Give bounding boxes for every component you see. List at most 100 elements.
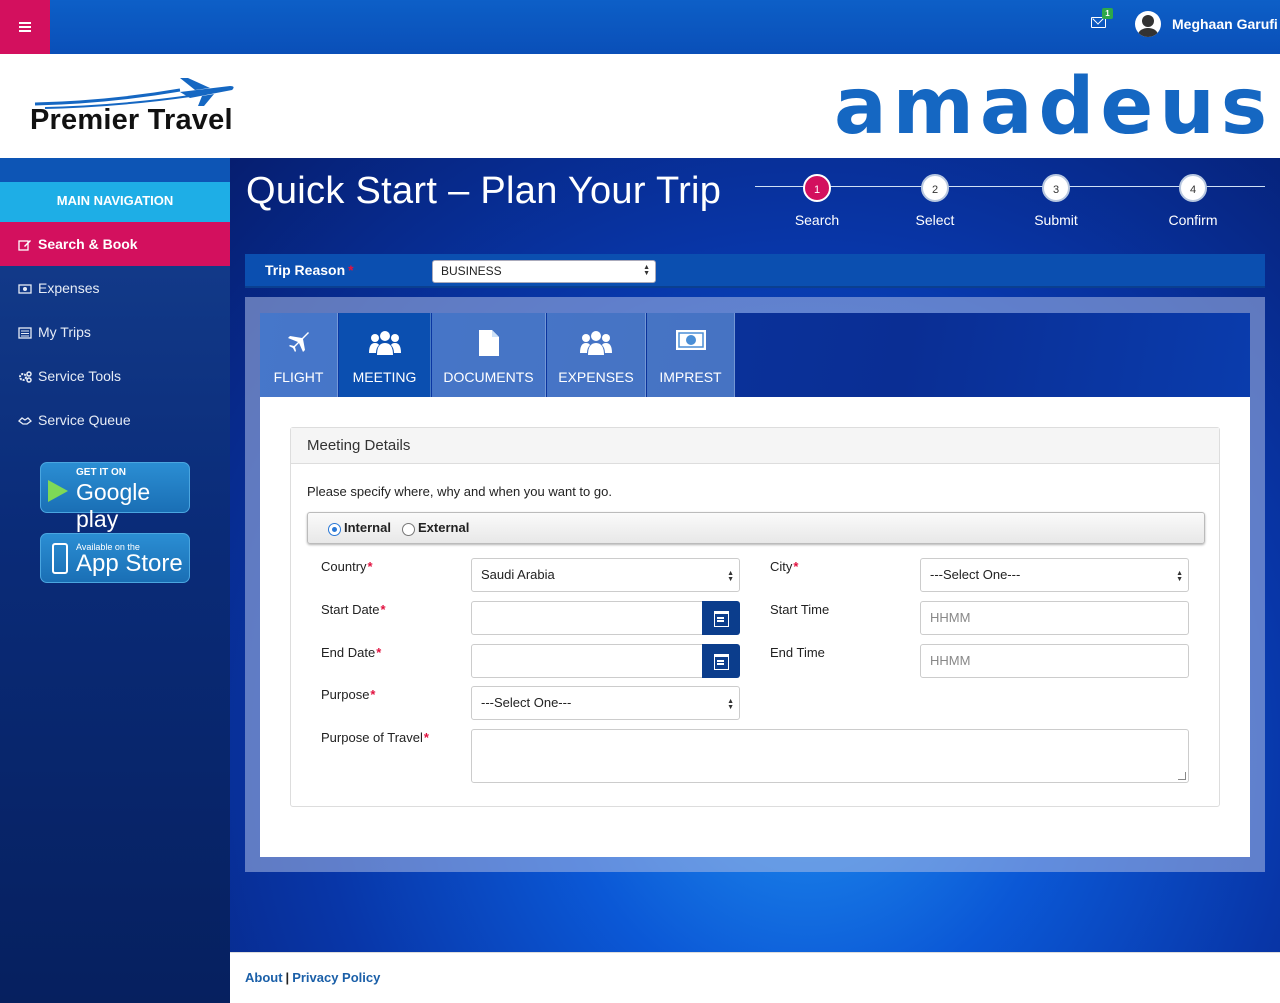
external-radio[interactable] (402, 523, 415, 536)
city-label: City* (770, 559, 798, 574)
required-marker: * (367, 559, 373, 574)
sidebar-item-service-tools[interactable]: Service Tools (0, 354, 230, 398)
end-date-label: End Date* (321, 645, 381, 660)
money-icon (18, 282, 32, 294)
user-avatar[interactable] (1135, 11, 1161, 37)
trip-reason-value: BUSINESS (441, 264, 502, 278)
select-arrows-icon: ▲ ▼ (643, 264, 650, 277)
purpose-value: ---Select One--- (481, 695, 572, 710)
money-icon (675, 330, 706, 350)
step-number: 2 (921, 174, 949, 202)
sidebar-item-search-book[interactable]: Search & Book (0, 222, 230, 266)
menu-toggle-button[interactable] (0, 0, 50, 54)
internal-radio[interactable] (328, 523, 341, 536)
start-date-label: Start Date* (321, 602, 386, 617)
phone-icon (52, 543, 68, 574)
amadeus-logo: amadeus (834, 62, 1274, 152)
meeting-details-heading: Meeting Details (291, 428, 1219, 464)
notification-badge: 1 (1102, 8, 1113, 19)
form-panel: FLIGHT MEETING DOCUMENTS EXPENSES IMPRES… (260, 313, 1250, 857)
plane-icon (287, 332, 309, 352)
external-radio-label[interactable]: External (418, 520, 469, 535)
purpose-label: Purpose* (321, 687, 375, 702)
trip-reason-bar: Trip Reason * BUSINESS ▲ ▼ (245, 254, 1265, 288)
tab-label: IMPREST (659, 369, 722, 385)
step-search: 1 Search (777, 174, 857, 228)
end-date-input[interactable] (471, 644, 703, 678)
form-hint: Please specify where, why and when you w… (307, 484, 612, 499)
select-arrows-icon: ▲ ▼ (727, 570, 734, 583)
sidebar-item-label: Search & Book (38, 236, 138, 252)
form-panel-frame: FLIGHT MEETING DOCUMENTS EXPENSES IMPRES… (245, 297, 1265, 872)
sidebar-item-my-trips[interactable]: My Trips (0, 310, 230, 354)
sidebar-item-label: Expenses (38, 280, 100, 296)
document-icon (478, 330, 499, 356)
select-arrows-icon: ▲ ▼ (1176, 570, 1183, 583)
tab-content: Meeting Details Please specify where, wh… (260, 397, 1250, 857)
tab-label: EXPENSES (558, 369, 634, 385)
app-store-badge[interactable]: Available on the App Store (40, 533, 190, 583)
premier-travel-logo: Premier Travel (30, 104, 233, 136)
about-link[interactable]: About (245, 970, 283, 985)
country-label: Country* (321, 559, 373, 574)
sidebar-item-service-queue[interactable]: Service Queue (0, 398, 230, 442)
purpose-of-travel-textarea[interactable] (471, 729, 1189, 783)
country-select[interactable]: Saudi Arabia ▲ ▼ (471, 558, 740, 592)
end-date-label-text: End Date (321, 645, 376, 660)
tab-imprest[interactable]: IMPREST (647, 313, 735, 397)
internal-radio-label[interactable]: Internal (344, 520, 391, 535)
location-type-group: Internal External (307, 512, 1205, 544)
hamburger-icon (19, 22, 31, 32)
required-marker: * (348, 262, 354, 278)
trip-reason-label: Trip Reason * (265, 262, 354, 278)
google-play-icon (48, 480, 68, 502)
tab-label: DOCUMENTS (443, 369, 534, 385)
sidebar-item-label: Service Tools (38, 368, 122, 384)
start-date-calendar-icon[interactable] (702, 601, 740, 635)
sidebar-item-expenses[interactable]: Expenses (0, 266, 230, 310)
purpose-label-text: Purpose (321, 687, 370, 702)
end-date-calendar-icon[interactable] (702, 644, 740, 678)
tab-expenses[interactable]: EXPENSES (547, 313, 646, 397)
trip-reason-select[interactable]: BUSINESS ▲ ▼ (432, 260, 656, 283)
sidebar-strip (0, 158, 230, 182)
app-store-big-text: App Store (76, 550, 183, 577)
tab-flight[interactable]: FLIGHT (260, 313, 338, 397)
cogs-icon (18, 370, 32, 383)
step-label: Select (915, 212, 955, 228)
step-submit: 3 Submit (1016, 174, 1096, 228)
start-time-label: Start Time (770, 602, 830, 617)
required-marker: * (376, 645, 382, 660)
end-time-input[interactable]: HHMM (920, 644, 1189, 678)
step-number: 1 (803, 174, 831, 202)
google-play-badge[interactable]: GET IT ON Google play (40, 462, 190, 532)
tab-documents[interactable]: DOCUMENTS (432, 313, 546, 397)
step-label: Submit (1034, 212, 1078, 228)
google-play-small-text: GET IT ON (76, 467, 126, 478)
end-time-label: End Time (770, 645, 825, 660)
step-label: Confirm (1168, 212, 1218, 228)
city-select[interactable]: ---Select One--- ▲ ▼ (920, 558, 1189, 592)
step-number: 3 (1042, 174, 1070, 202)
start-date-label-text: Start Date (321, 602, 380, 617)
main-navigation-heading: MAIN NAVIGATION (0, 182, 230, 222)
user-name[interactable]: Meghaan Garufi (1172, 16, 1278, 32)
meeting-details-card: Meeting Details Please specify where, wh… (290, 427, 1220, 807)
page-title: Quick Start – Plan Your Trip (246, 170, 722, 212)
step-label: Search (794, 212, 840, 228)
start-time-input[interactable]: HHMM (920, 601, 1189, 635)
purpose-of-travel-label-text: Purpose of Travel (321, 730, 423, 745)
start-date-input[interactable] (471, 601, 703, 635)
tab-meeting[interactable]: MEETING (339, 313, 431, 397)
purpose-select[interactable]: ---Select One--- ▲ ▼ (471, 686, 740, 720)
footer-separator: | (285, 970, 290, 985)
top-bar: 1 Meghaan Garufi (0, 0, 1280, 54)
required-marker: * (423, 730, 429, 745)
sidebar-item-label: Service Queue (38, 412, 131, 428)
resize-handle-icon[interactable] (1178, 772, 1186, 780)
privacy-policy-link[interactable]: Privacy Policy (292, 970, 380, 985)
footer-links: About | Privacy Policy (245, 970, 380, 985)
required-marker: * (380, 602, 386, 617)
sidebar-item-label: My Trips (38, 324, 91, 340)
city-label-text: City (770, 559, 793, 574)
